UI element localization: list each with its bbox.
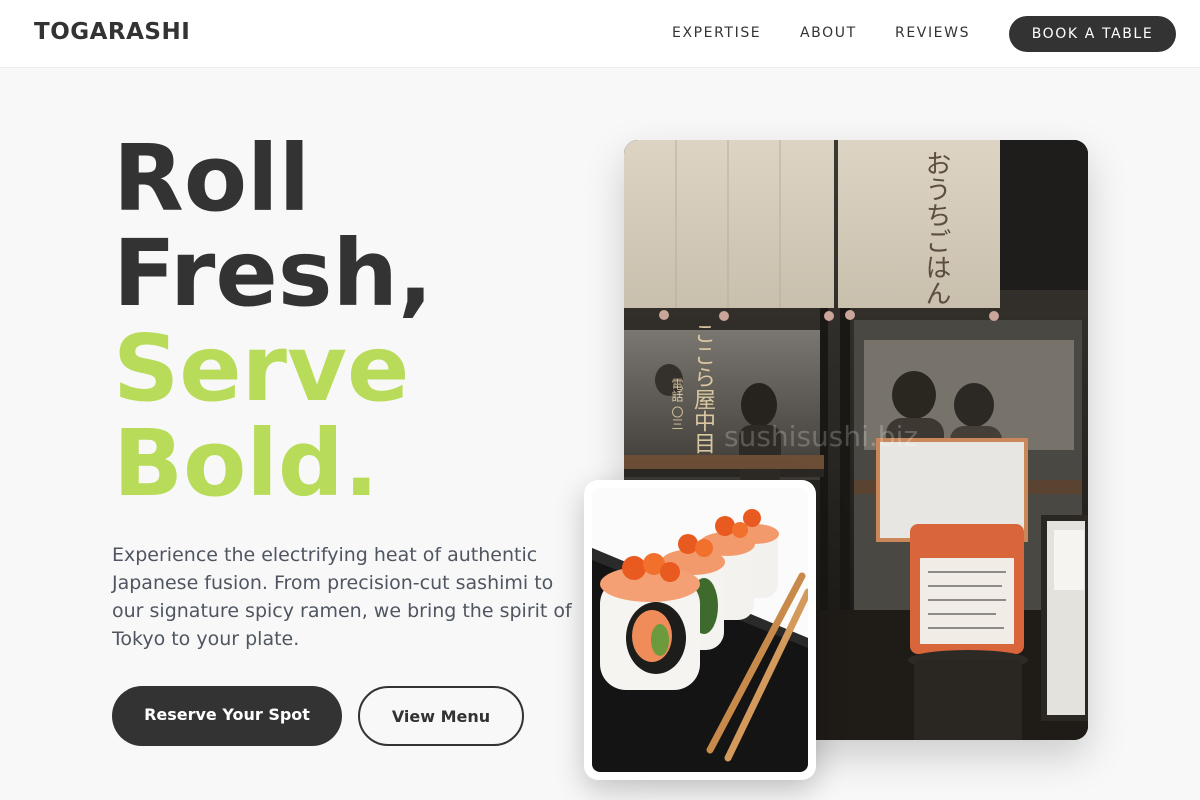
headline-line-roll: Roll [113,125,311,232]
top-navigation: TOGARASHI EXPERTISE ABOUT REVIEWS BOOK A… [0,0,1200,68]
sushi-photo-card [584,480,816,780]
headline-line-bold: Bold. [113,410,379,517]
hero-headline: Roll Fresh, Serve Bold. [113,131,433,511]
reserve-spot-button[interactable]: Reserve Your Spot [112,686,342,746]
sushi-photo [592,488,808,772]
restaurant-phone-text: 電話 〇三 [670,378,684,430]
restaurant-sign-text: おうちごはん [921,150,951,306]
nav-link-reviews[interactable]: REVIEWS [895,25,970,41]
nav-link-expertise[interactable]: EXPERTISE [672,25,761,41]
sushi-roll-1 [600,553,700,690]
nav-link-about[interactable]: ABOUT [800,25,857,41]
headline-line-fresh: Fresh, [113,220,433,327]
headline-line-serve: Serve [113,315,410,422]
view-menu-button[interactable]: View Menu [358,686,524,746]
brand-logo[interactable]: TOGARASHI [34,19,190,45]
watermark-text: sushisushi.biz [724,420,919,453]
book-table-button[interactable]: BOOK A TABLE [1009,16,1176,52]
hero-description: Experience the electrifying heat of auth… [112,544,572,650]
restaurant-window-text: ここら屋中目 [690,322,715,454]
